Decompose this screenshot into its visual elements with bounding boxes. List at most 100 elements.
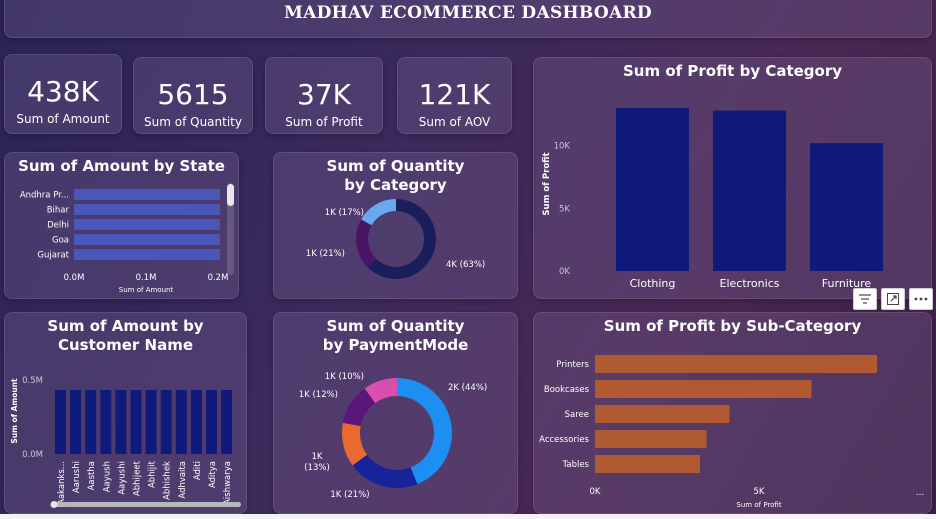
donut-slice bbox=[352, 454, 418, 488]
chart-quantity-by-paymentmode[interactable]: Sum of Quantity by PaymentMode 2K (44%) 1… bbox=[273, 312, 518, 514]
customer-label: Aditi bbox=[193, 461, 203, 480]
state-label: Goa bbox=[52, 236, 69, 246]
state-bar bbox=[74, 249, 220, 260]
profit-category-bar-chart: 0K5K10KClothing Electronics FurnitureSum o… bbox=[542, 108, 883, 290]
subcategory-bar bbox=[595, 455, 700, 473]
x-tick-label: 0.1M bbox=[136, 273, 157, 283]
visual-header-icons bbox=[853, 288, 933, 310]
customer-label: Abhishek bbox=[163, 461, 173, 500]
slice-label: 1K (10%) bbox=[325, 372, 364, 382]
category-bar bbox=[810, 143, 883, 271]
state-bar bbox=[74, 219, 220, 230]
kpi-label: Sum of Quantity bbox=[144, 115, 242, 129]
state-bar bbox=[74, 204, 220, 215]
focus-mode-icon[interactable] bbox=[881, 288, 905, 310]
state-label: Delhi bbox=[47, 221, 69, 231]
chart-amount-by-customer[interactable]: Sum of Amount by Customer Name 0.0M 0.5M A… bbox=[4, 312, 247, 514]
x-axis-label: Sum of Profit bbox=[736, 501, 781, 509]
customer-bar bbox=[221, 390, 233, 454]
kpi-card-profit[interactable]: 37K Sum of Profit bbox=[265, 57, 383, 134]
y-tick-label: 5K bbox=[559, 204, 570, 214]
customer-bar bbox=[130, 390, 142, 454]
subcategory-label: Printers bbox=[556, 360, 589, 370]
subcategory-bar bbox=[595, 380, 812, 398]
chart-quantity-by-category[interactable]: Sum of Quantity by Category 4K (63%) 1K (… bbox=[273, 152, 518, 299]
donut-slice bbox=[397, 378, 453, 485]
y-tick-label: 10K bbox=[554, 142, 571, 152]
chart-amount-by-state[interactable]: Sum of Amount by State Andhra Pr... Bihar… bbox=[4, 152, 239, 299]
category-bar bbox=[713, 110, 786, 272]
more-indicator: ... bbox=[916, 488, 925, 498]
scrollbar-thumb bbox=[50, 501, 58, 508]
slice-label: 2K (44%) bbox=[448, 383, 487, 393]
slice-label: 1K (13%) bbox=[304, 452, 330, 473]
more-options-icon[interactable] bbox=[909, 288, 933, 310]
title-bar: MADHAV ECOMMERCE DASHBOARD bbox=[4, 0, 932, 38]
customer-label: Aayushi bbox=[117, 461, 127, 495]
state-bar-chart: Andhra Pr... Bihar Delhi Goa Gujarat 0.0M 0.1M… bbox=[20, 183, 234, 294]
category-label: Clothing bbox=[630, 277, 676, 290]
customer-label: Aakanks... bbox=[57, 461, 67, 505]
customer-label: Aarushi bbox=[72, 461, 82, 493]
customer-bar bbox=[160, 390, 172, 454]
category-label: Electronics bbox=[720, 277, 780, 290]
x-axis-label: Sum of Amount bbox=[119, 286, 174, 294]
customer-bar bbox=[100, 390, 112, 454]
kpi-value: 438K bbox=[27, 75, 99, 108]
slice-label: 1K (21%) bbox=[306, 249, 345, 259]
subcategory-label: Accessories bbox=[539, 435, 589, 445]
kpi-value: 5615 bbox=[157, 78, 229, 111]
customer-bar bbox=[206, 390, 217, 454]
customer-bar-chart: 0.0M 0.5M Aakanks... Aarushi Aastha Aayush Aay… bbox=[10, 376, 241, 508]
x-tick-label: 0.2M bbox=[208, 273, 229, 283]
kpi-card-aov[interactable]: 121K Sum of AOV bbox=[397, 57, 512, 134]
x-tick-label: 5K bbox=[754, 487, 765, 497]
customer-label: Aditya bbox=[208, 461, 218, 488]
slice-label: 1K (12%) bbox=[299, 390, 338, 400]
customer-bar bbox=[55, 390, 66, 454]
kpi-label: Sum of Amount bbox=[16, 112, 110, 126]
customer-bar bbox=[145, 390, 157, 454]
scrollbar-thumb bbox=[227, 184, 234, 206]
filter-icon[interactable] bbox=[853, 288, 877, 310]
donut-slice bbox=[361, 199, 396, 226]
state-label: Andhra Pr... bbox=[20, 191, 69, 201]
customer-bar bbox=[175, 390, 187, 454]
x-tick-label: 0.0M bbox=[64, 273, 85, 283]
kpi-value: 121K bbox=[418, 78, 491, 111]
y-tick-label: 0.0M bbox=[22, 450, 43, 460]
slice-label: 1K (17%) bbox=[325, 208, 364, 218]
customer-label: Abhijeet bbox=[133, 460, 143, 496]
subcategory-bar bbox=[595, 405, 730, 423]
category-donut-chart: 4K (63%) 1K (21%) 1K (17%) bbox=[306, 199, 485, 279]
kpi-card-quantity[interactable]: 5615 Sum of Quantity bbox=[133, 57, 253, 134]
customer-label: Adhvaita bbox=[178, 461, 188, 499]
slice-label: 4K (63%) bbox=[446, 260, 485, 270]
category-bar bbox=[616, 108, 689, 271]
scrollbar-track bbox=[51, 502, 241, 507]
state-label: Bihar bbox=[47, 206, 70, 216]
kpi-card-amount[interactable]: 438K Sum of Amount bbox=[4, 54, 122, 134]
chart-profit-by-subcategory[interactable]: Sum of Profit by Sub-Category Printers Bo… bbox=[533, 312, 932, 514]
customer-bar bbox=[190, 390, 202, 454]
y-tick-label: 0.5M bbox=[22, 376, 43, 386]
slice-label: 1K (21%) bbox=[330, 490, 369, 500]
customer-bar bbox=[70, 390, 82, 454]
state-bar bbox=[74, 234, 220, 245]
kpi-label: Sum of Profit bbox=[285, 115, 363, 129]
subcategory-bar-chart: Printers Bookcases Saree Accessories Tables 0… bbox=[539, 355, 925, 509]
customer-bar bbox=[85, 390, 97, 454]
customer-label: Aishwarya bbox=[223, 461, 233, 505]
y-axis-label: Sum of Amount bbox=[10, 378, 19, 444]
chart-profit-by-category[interactable]: Sum of Profit by Category 0K 5K 10K Clothin… bbox=[533, 57, 932, 299]
customer-label: Aayush bbox=[102, 461, 112, 492]
customer-label: Aastha bbox=[87, 461, 97, 490]
payment-donut-chart: 2K (44%) 1K (21%) 1K (13%) 1K (12%) 1K (10%) bbox=[299, 372, 487, 500]
subcategory-label: Tables bbox=[562, 460, 590, 470]
subcategory-label: Bookcases bbox=[544, 385, 590, 395]
customer-label: Abhijit bbox=[148, 460, 158, 488]
customer-bar bbox=[115, 390, 127, 454]
y-tick-label: 0K bbox=[559, 267, 570, 277]
state-bar bbox=[74, 189, 220, 200]
kpi-value: 37K bbox=[297, 78, 351, 111]
